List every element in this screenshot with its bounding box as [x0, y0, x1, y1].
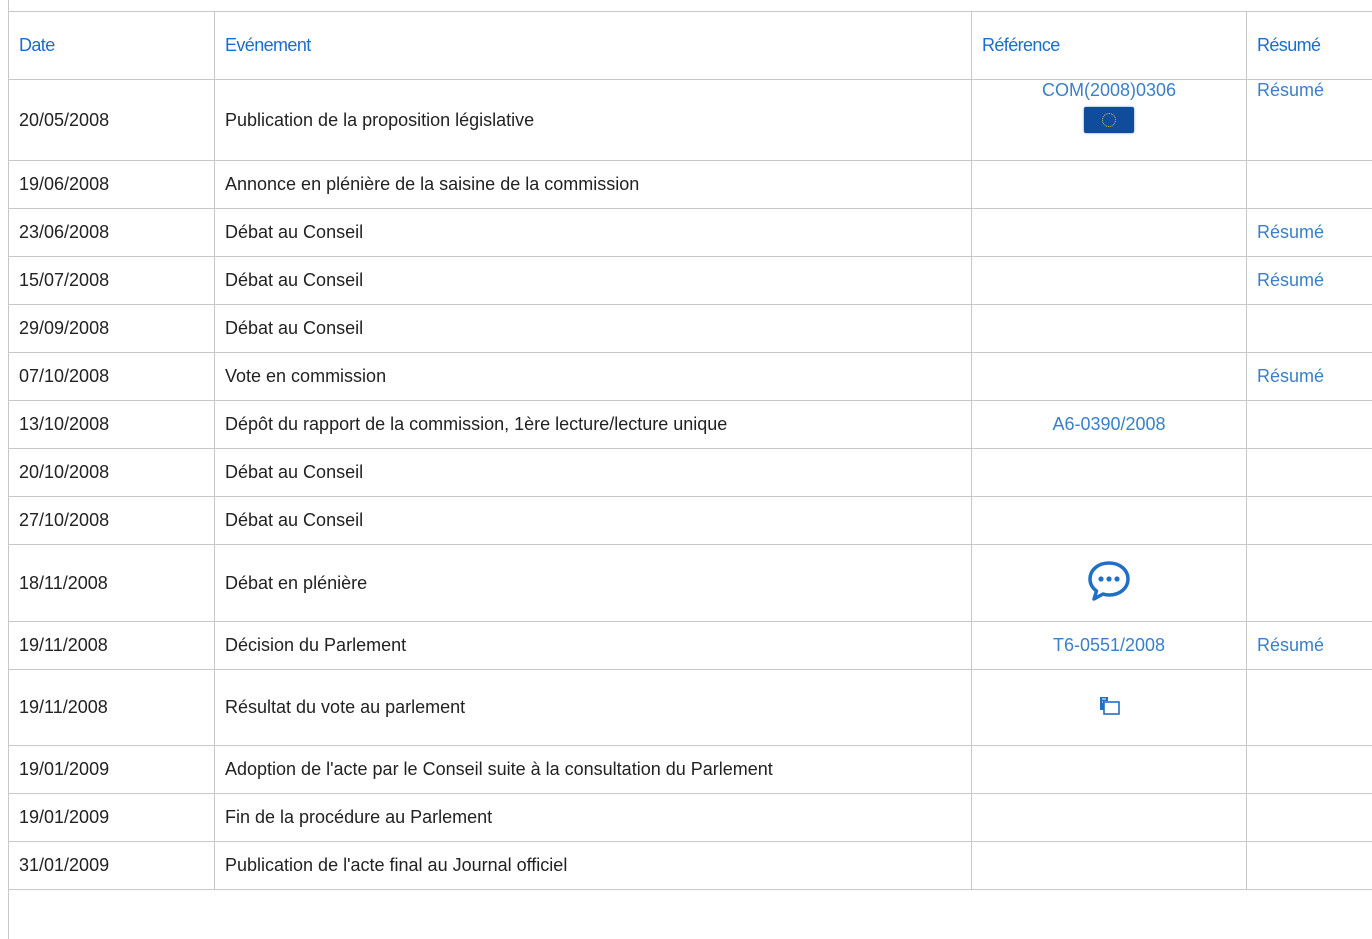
reference-link[interactable]: T6-0551/2008 [1053, 635, 1165, 655]
reference-cell: A6-0390/2008 [971, 400, 1247, 449]
event-cell: Résultat du vote au parlement [214, 669, 972, 746]
vote-result-icon[interactable] [1098, 694, 1120, 716]
date-cell: 13/10/2008 [8, 400, 215, 449]
event-cell: Débat au Conseil [214, 256, 972, 305]
column-header-event[interactable]: Evénement [214, 11, 972, 80]
date-cell: 20/05/2008 [8, 79, 215, 161]
reference-cell [971, 304, 1247, 353]
table-row: 19/01/2009 Fin de la procédure au Parlem… [8, 793, 1372, 842]
date-cell: 19/01/2009 [8, 793, 215, 842]
date-cell: 15/07/2008 [8, 256, 215, 305]
date-cell: 07/10/2008 [8, 352, 215, 401]
event-cell: Adoption de l'acte par le Conseil suite … [214, 745, 972, 794]
reference-cell [971, 793, 1247, 842]
reference-link[interactable]: A6-0390/2008 [1052, 414, 1165, 434]
event-cell: Débat au Conseil [214, 496, 972, 545]
table-row: 29/09/2008 Débat au Conseil [8, 304, 1372, 353]
reference-cell [971, 160, 1247, 209]
reference-cell [971, 256, 1247, 305]
summary-cell [1246, 745, 1372, 794]
chat-bubble-icon[interactable] [1086, 558, 1132, 604]
column-header-date[interactable]: Date [8, 11, 215, 80]
event-cell: Publication de l'acte final au Journal o… [214, 841, 972, 890]
table-row: 18/11/2008 Débat en plénière [8, 544, 1372, 622]
event-cell: Fin de la procédure au Parlement [214, 793, 972, 842]
table-row: 20/10/2008 Débat au Conseil [8, 448, 1372, 497]
event-cell: Décision du Parlement [214, 621, 972, 670]
reference-cell [971, 208, 1247, 257]
summary-link[interactable]: Résumé [1257, 222, 1324, 242]
date-cell: 27/10/2008 [8, 496, 215, 545]
event-cell: Dépôt du rapport de la commission, 1ère … [214, 400, 972, 449]
date-cell: 19/11/2008 [8, 669, 215, 746]
summary-cell: Résumé [1246, 352, 1372, 401]
date-cell: 19/11/2008 [8, 621, 215, 670]
table-row: 19/01/2009 Adoption de l'acte par le Con… [8, 745, 1372, 794]
summary-link[interactable]: Résumé [1257, 635, 1324, 655]
event-cell: Débat au Conseil [214, 304, 972, 353]
reference-cell: T6-0551/2008 [971, 621, 1247, 670]
table-row: 31/01/2009 Publication de l'acte final a… [8, 841, 1372, 890]
summary-cell [1246, 160, 1372, 209]
table-row: 15/07/2008 Débat au Conseil Résumé [8, 256, 1372, 305]
event-cell: Publication de la proposition législativ… [214, 79, 972, 161]
header-row: Date Evénement Référence Résumé [8, 11, 1372, 80]
summary-cell: Résumé [1246, 208, 1372, 257]
reference-cell [971, 745, 1247, 794]
summary-cell: Résumé [1246, 256, 1372, 305]
date-cell: 23/06/2008 [8, 208, 215, 257]
summary-cell [1246, 544, 1372, 622]
date-cell: 20/10/2008 [8, 448, 215, 497]
reference-cell [971, 448, 1247, 497]
column-header-summary[interactable]: Résumé [1246, 11, 1372, 80]
event-cell: Débat en plénière [214, 544, 972, 622]
summary-cell [1246, 841, 1372, 890]
table-row: 20/05/2008 Publication de la proposition… [8, 79, 1372, 161]
table-row: 07/10/2008 Vote en commission Résumé [8, 352, 1372, 401]
eu-flag-icon[interactable] [1084, 107, 1134, 133]
reference-cell [971, 496, 1247, 545]
summary-cell [1246, 400, 1372, 449]
summary-cell: Résumé [1246, 621, 1372, 670]
date-cell: 19/06/2008 [8, 160, 215, 209]
reference-cell [971, 841, 1247, 890]
summary-link[interactable]: Résumé [1257, 270, 1324, 290]
table-row: 19/06/2008 Annonce en plénière de la sai… [8, 160, 1372, 209]
summary-cell [1246, 496, 1372, 545]
summary-cell: Résumé [1246, 79, 1372, 161]
summary-cell [1246, 793, 1372, 842]
reference-link[interactable]: COM(2008)0306 [1042, 80, 1176, 100]
event-cell: Débat au Conseil [214, 208, 972, 257]
reference-cell [971, 669, 1247, 746]
table-row: 13/10/2008 Dépôt du rapport de la commis… [8, 400, 1372, 449]
table-row: 27/10/2008 Débat au Conseil [8, 496, 1372, 545]
column-header-reference[interactable]: Référence [971, 11, 1247, 80]
table-row: 19/11/2008 Résultat du vote au parlement [8, 669, 1372, 746]
event-cell: Vote en commission [214, 352, 972, 401]
date-cell: 19/01/2009 [8, 745, 215, 794]
date-cell: 29/09/2008 [8, 304, 215, 353]
summary-link[interactable]: Résumé [1257, 80, 1324, 100]
reference-cell [971, 352, 1247, 401]
date-cell: 31/01/2009 [8, 841, 215, 890]
summary-cell [1246, 669, 1372, 746]
reference-cell: COM(2008)0306 [971, 79, 1247, 161]
table-row: 19/11/2008 Décision du Parlement T6-0551… [8, 621, 1372, 670]
event-cell: Annonce en plénière de la saisine de la … [214, 160, 972, 209]
summary-cell [1246, 448, 1372, 497]
event-cell: Débat au Conseil [214, 448, 972, 497]
summary-cell [1246, 304, 1372, 353]
procedure-events-table: Date Evénement Référence Résumé 20/05/20… [8, 11, 1372, 890]
date-cell: 18/11/2008 [8, 544, 215, 622]
summary-link[interactable]: Résumé [1257, 366, 1324, 386]
table-row: 23/06/2008 Débat au Conseil Résumé [8, 208, 1372, 257]
reference-cell [971, 544, 1247, 622]
